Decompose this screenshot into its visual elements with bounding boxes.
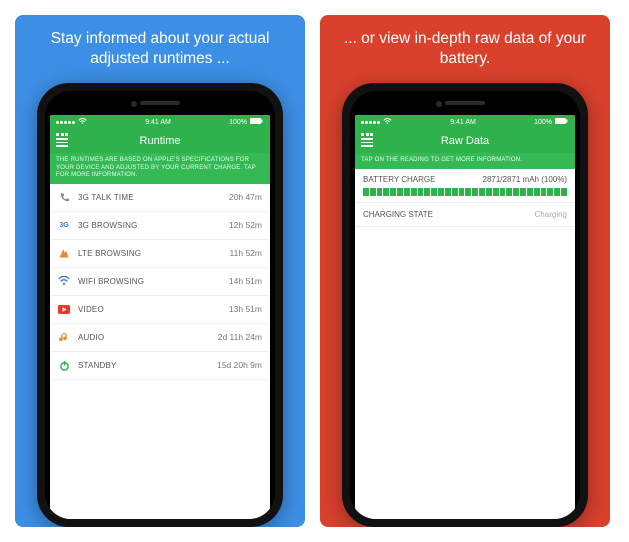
row-label: 3G BROWSING — [78, 221, 138, 230]
status-time: 9:41 AM — [450, 119, 476, 126]
phone-icon — [58, 191, 70, 203]
row-label: CHARGING STATE — [363, 210, 433, 219]
row-video[interactable]: VIDEO 13h 51m — [50, 296, 270, 324]
row-value: 15d 20h 9m — [217, 360, 262, 370]
row-value: 14h 51m — [229, 276, 262, 286]
row-value: 13h 51m — [229, 304, 262, 314]
row-label: LTE BROWSING — [78, 249, 141, 258]
hint-banner[interactable]: TAP ON THE READING TO GET MORE INFORMATI… — [355, 153, 575, 169]
nav-title: Raw Data — [441, 135, 489, 147]
row-audio[interactable]: AUDIO 2d 11h 24m — [50, 324, 270, 352]
row-label: WIFI BROWSING — [78, 277, 144, 286]
screen-runtime: 9:41 AM 100% Runtime THE RUNTIME — [50, 115, 270, 519]
screen-rawdata: 9:41 AM 100% Raw Data TAP ON THE — [355, 115, 575, 519]
row-wifi-browsing[interactable]: WIFI BROWSING 14h 51m — [50, 268, 270, 296]
row-label: STANDBY — [78, 361, 117, 370]
row-value: 12h 52m — [229, 220, 262, 230]
hint-banner[interactable]: THE RUNTIMES ARE BASED ON APPLE'S SPECIF… — [50, 153, 270, 184]
wifi-mini-icon — [78, 118, 87, 127]
row-value: Charging — [535, 210, 567, 219]
row-value: 11h 52m — [230, 248, 262, 258]
row-label: VIDEO — [78, 305, 104, 314]
battery-icon — [250, 118, 264, 127]
wifi-mini-icon — [383, 118, 392, 127]
signal-icon — [56, 121, 75, 124]
tagline: ... or view in-depth raw data of your ba… — [320, 27, 610, 71]
nav-bar: Raw Data — [355, 129, 575, 153]
row-3g-browsing[interactable]: 3G 3G BROWSING 12h 52m — [50, 212, 270, 240]
menu-icon[interactable] — [361, 133, 373, 147]
promo-panel-runtime: Stay informed about your actual adjusted… — [15, 15, 305, 527]
row-value: 20h 47m — [229, 192, 262, 202]
row-value: 2d 11h 24m — [218, 332, 262, 342]
audio-icon — [58, 331, 70, 343]
row-battery-charge[interactable]: BATTERY CHARGE 2871/2871 mAh (100%) — [355, 169, 575, 203]
standby-icon — [58, 359, 70, 371]
row-label: AUDIO — [78, 333, 104, 342]
row-3g-talk[interactable]: 3G TALK TIME 20h 47m — [50, 184, 270, 212]
row-charging-state[interactable]: CHARGING STATE Charging — [355, 203, 575, 227]
status-bar: 9:41 AM 100% — [50, 115, 270, 129]
lte-icon — [58, 247, 70, 259]
nav-bar: Runtime — [50, 129, 270, 153]
row-label: 3G TALK TIME — [78, 193, 134, 202]
raw-list: BATTERY CHARGE 2871/2871 mAh (100%) CHAR… — [355, 169, 575, 520]
row-lte-browsing[interactable]: LTE BROWSING 11h 52m — [50, 240, 270, 268]
battery-pct: 100% — [229, 119, 247, 126]
menu-icon[interactable] — [56, 133, 68, 147]
row-standby[interactable]: STANDBY 15d 20h 9m — [50, 352, 270, 380]
nav-title: Runtime — [140, 135, 181, 147]
video-icon — [58, 303, 70, 315]
battery-pct: 100% — [534, 119, 552, 126]
row-label: BATTERY CHARGE — [363, 175, 435, 184]
3g-icon: 3G — [58, 219, 70, 231]
battery-icon — [555, 118, 569, 127]
runtime-list: 3G TALK TIME 20h 47m 3G 3G BROWSING 12h … — [50, 184, 270, 520]
signal-icon — [361, 121, 380, 124]
phone-mockup: 9:41 AM 100% Runtime THE RUNTIME — [37, 83, 283, 527]
promo-panel-rawdata: ... or view in-depth raw data of your ba… — [320, 15, 610, 527]
tagline: Stay informed about your actual adjusted… — [15, 27, 305, 71]
status-time: 9:41 AM — [145, 119, 171, 126]
phone-mockup: 9:41 AM 100% Raw Data TAP ON THE — [342, 83, 588, 527]
wifi-icon — [58, 275, 70, 287]
row-value: 2871/2871 mAh (100%) — [483, 175, 568, 184]
battery-bar — [363, 188, 567, 196]
status-bar: 9:41 AM 100% — [355, 115, 575, 129]
